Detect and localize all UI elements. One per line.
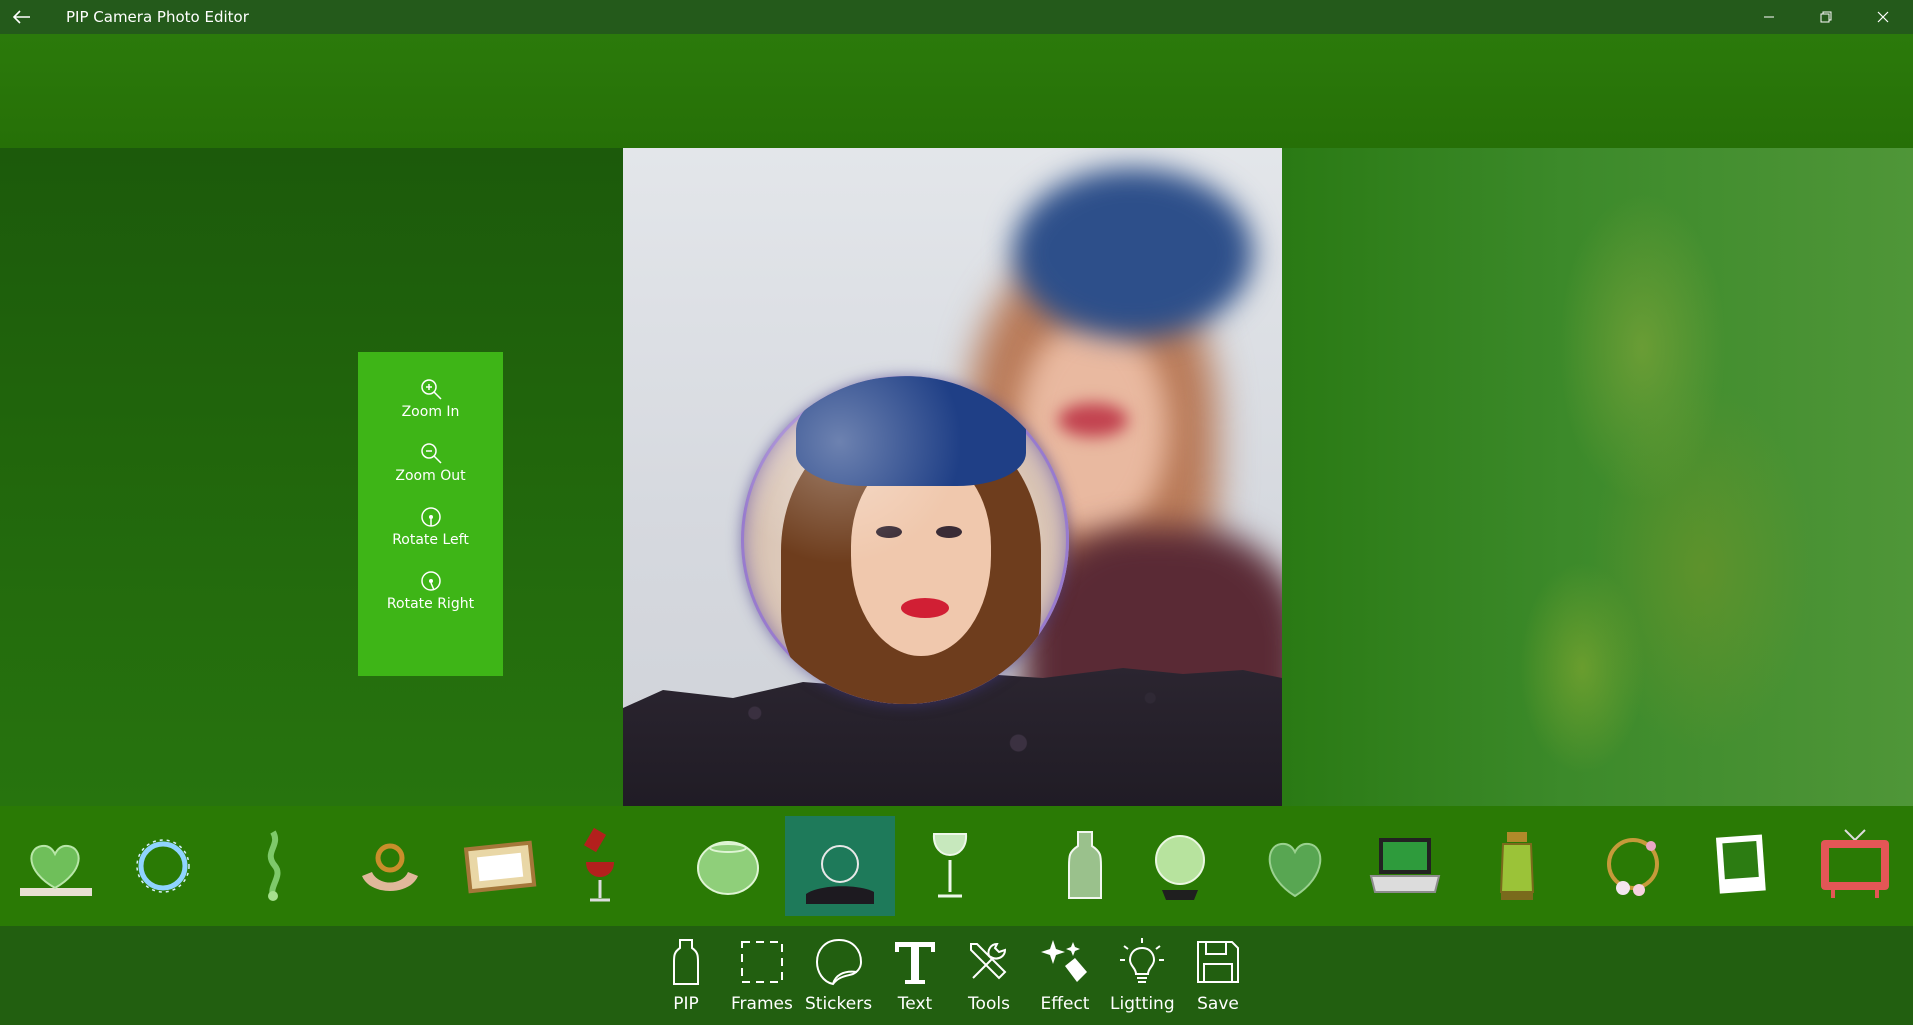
sticker-fishbowl[interactable]: [673, 816, 783, 916]
top-band: [0, 34, 1913, 148]
lightbulb-icon: [1120, 938, 1165, 983]
nav-save-button[interactable]: Save: [1192, 936, 1244, 1014]
sticker-laptop[interactable]: [1350, 816, 1460, 916]
wine-glass-pour-icon: [583, 827, 614, 902]
nav-tools-button[interactable]: Tools: [963, 936, 1015, 1014]
rotate-left-button[interactable]: Rotate Left: [376, 504, 486, 550]
sticker-polaroid[interactable]: [1687, 816, 1797, 916]
bottle-icon: [673, 939, 699, 985]
nav-effect-button[interactable]: Effect: [1039, 936, 1091, 1014]
window-title: PIP Camera Photo Editor: [66, 8, 249, 26]
glass-heart-icon: [20, 844, 92, 896]
hands-ring-icon: [362, 843, 418, 891]
nav-lighting-button[interactable]: Ligtting: [1110, 936, 1175, 1014]
sticker-wine-glass[interactable]: [895, 816, 1005, 916]
zoom-out-button[interactable]: Zoom Out: [376, 440, 486, 486]
zoom-in-button[interactable]: Zoom In: [376, 376, 486, 422]
nav-pip-button[interactable]: PIP: [660, 936, 712, 1014]
nav-text-label: Text: [897, 994, 933, 1014]
sticker-hands-ring[interactable]: [335, 816, 445, 916]
crystal-ball-icon: [1155, 835, 1205, 900]
transform-tools-panel: Zoom In Zoom Out Rotate Left Rotate Righ…: [358, 352, 503, 676]
bottom-navigation-bar: PIP Frames Stickers Text Tools Effect Li…: [0, 926, 1913, 1025]
nav-effect-label: Effect: [1040, 994, 1090, 1014]
sticker-flower-wreath[interactable]: [1578, 816, 1688, 916]
laptop-icon: [1369, 838, 1441, 893]
wooden-frame-icon: [463, 840, 537, 894]
nav-lighting-label: Ligtting: [1110, 994, 1175, 1014]
lantern-icon: [1499, 832, 1535, 900]
nav-frames-button[interactable]: Frames: [731, 936, 793, 1014]
stage-right-background: [1282, 148, 1913, 806]
sticker-water-splash[interactable]: [218, 816, 328, 916]
zoom-out-icon: [420, 443, 442, 464]
polaroid-frame-icon: [1715, 834, 1766, 894]
flower-wreath-icon: [1607, 838, 1659, 896]
sticker-crystal-ball[interactable]: [1125, 816, 1235, 916]
wine-glass-icon: [932, 833, 968, 898]
save-icon: [1197, 941, 1239, 983]
nav-tools-label: Tools: [968, 994, 1010, 1014]
sticker-glass-heart[interactable]: [0, 816, 110, 916]
milk-bottle-icon: [1068, 831, 1102, 899]
minimize-icon[interactable]: [1741, 0, 1797, 34]
nav-save-label: Save: [1197, 994, 1239, 1014]
nav-text-button[interactable]: Text: [889, 936, 941, 1014]
zoom-out-label: Zoom Out: [395, 468, 466, 484]
heart-glass-icon: [1268, 842, 1322, 898]
sticker-strip: [0, 806, 1913, 926]
fishbowl-icon: [697, 841, 759, 895]
zoom-in-label: Zoom In: [401, 404, 460, 420]
close-icon[interactable]: [1855, 0, 1911, 34]
nav-stickers-label: Stickers: [805, 994, 873, 1014]
stage-left-background: [0, 148, 624, 806]
nav-frames-label: Frames: [731, 994, 793, 1014]
sticker-icon: [815, 938, 862, 986]
background-photo-hat: [1013, 168, 1253, 338]
photo-canvas[interactable]: [623, 148, 1282, 806]
rotate-left-icon: [420, 507, 441, 527]
water-ring-icon: [136, 839, 190, 893]
pip-bubble-photo[interactable]: [741, 376, 1069, 704]
sticker-water-ring[interactable]: [108, 816, 218, 916]
text-icon: [895, 942, 935, 984]
sticker-red-tv[interactable]: [1800, 816, 1910, 916]
rotate-left-label: Rotate Left: [392, 532, 469, 548]
sticker-glass-bubble-rock[interactable]: [785, 816, 895, 916]
rotate-right-label: Rotate Right: [386, 596, 475, 612]
tools-icon: [970, 942, 1007, 980]
sticker-milk-bottle[interactable]: [1030, 816, 1140, 916]
bubble-gloss: [741, 376, 1069, 704]
rotate-right-icon: [420, 571, 441, 591]
background-photo-lips: [1058, 403, 1128, 437]
effect-icon: [1041, 940, 1087, 982]
sticker-lantern[interactable]: [1462, 816, 1572, 916]
restore-icon[interactable]: [1798, 0, 1854, 34]
back-arrow-icon[interactable]: [0, 0, 44, 34]
frames-icon: [740, 941, 783, 983]
sticker-wine-pour[interactable]: [545, 816, 655, 916]
zoom-in-icon: [420, 379, 442, 400]
rotate-right-button[interactable]: Rotate Right: [376, 568, 486, 614]
sticker-wooden-frame[interactable]: [445, 816, 555, 916]
glass-bubble-on-rock-icon: [806, 845, 874, 904]
nav-stickers-button[interactable]: Stickers: [805, 936, 872, 1014]
sticker-heart-glass[interactable]: [1240, 816, 1350, 916]
red-tv-icon: [1821, 829, 1889, 898]
title-bar: PIP Camera Photo Editor: [0, 0, 1913, 34]
nav-pip-label: PIP: [673, 994, 699, 1014]
water-splash-icon: [267, 830, 281, 901]
